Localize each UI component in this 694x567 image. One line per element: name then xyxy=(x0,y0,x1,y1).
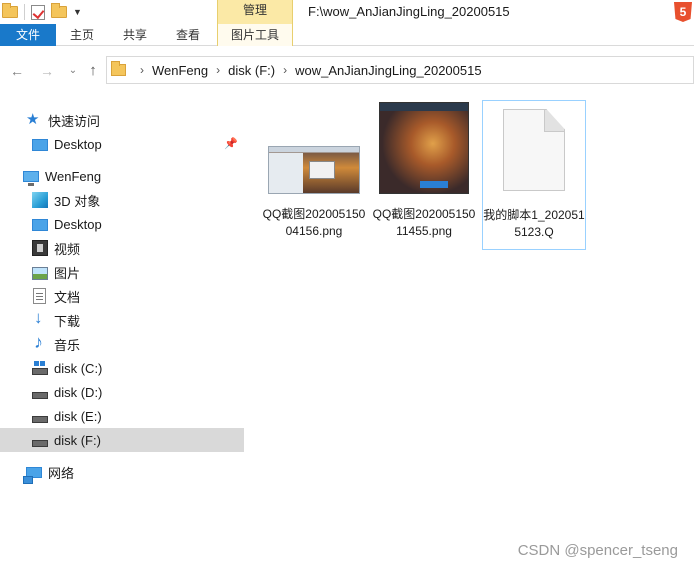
sidebar-item-label: disk (D:) xyxy=(54,384,103,400)
file-list: QQ截图20200515004156.png QQ截图2020051501145… xyxy=(246,92,694,567)
sidebar-item-label: 网络 xyxy=(48,465,75,481)
sidebar-item-label: 下载 xyxy=(54,313,81,329)
drive-icon xyxy=(32,391,48,399)
folder-icon xyxy=(2,3,18,18)
sidebar-item-desktop[interactable]: Desktop xyxy=(0,212,244,236)
sidebar-item-label: 视频 xyxy=(54,241,81,257)
file-name: 我的脚本1_2020515123.Q xyxy=(483,208,585,239)
new-folder-icon[interactable] xyxy=(51,3,67,18)
sidebar-item-label: disk (C:) xyxy=(54,360,103,376)
picture-icon xyxy=(32,266,48,280)
sidebar-item-label: 文档 xyxy=(54,289,81,305)
generic-file-icon xyxy=(503,109,565,191)
back-arrow-icon[interactable]: ← xyxy=(8,62,26,80)
desktop-icon xyxy=(32,139,48,151)
sidebar-item-this-pc[interactable]: WenFeng xyxy=(0,164,244,188)
video-icon xyxy=(32,240,48,256)
chevron-right-icon[interactable]: › xyxy=(140,63,144,77)
watermark: CSDN @spencer_tseng xyxy=(517,542,678,559)
file-item[interactable]: QQ截图20200515004156.png xyxy=(262,100,366,250)
file-item[interactable]: 我的脚本1_2020515123.Q xyxy=(482,100,586,250)
customize-toolbar-icon[interactable]: ▼ xyxy=(73,7,82,17)
sidebar-item-label: disk (F:) xyxy=(54,432,101,448)
breadcrumb-disk-f[interactable]: disk (F:) xyxy=(228,63,275,78)
file-item[interactable]: QQ截图20200515011455.png xyxy=(372,100,476,250)
sidebar-item-label: 快速访问 xyxy=(48,113,101,129)
sidebar-item-label: Desktop xyxy=(54,136,102,152)
tab-home[interactable]: 主页 xyxy=(56,24,108,46)
image-thumbnail xyxy=(268,146,360,194)
html5-icon: 5 xyxy=(674,2,692,22)
breadcrumb-folder[interactable]: wow_AnJianJingLing_20200515 xyxy=(295,63,481,78)
tab-picture-tools[interactable]: 图片工具 xyxy=(217,24,293,46)
recent-locations-chevron-icon[interactable]: ⌄ xyxy=(64,62,82,80)
folder-icon xyxy=(111,61,126,76)
up-arrow-icon[interactable]: ↑ xyxy=(84,62,102,80)
quick-access-toolbar: ▼ xyxy=(0,0,82,24)
sidebar-item-disk-e[interactable]: disk (E:) xyxy=(0,404,244,428)
navigation-pane: 快速访问 Desktop 📌 WenFeng 3D 对象 Desktop 视频 … xyxy=(0,104,244,567)
sidebar-item-music[interactable]: 音乐 xyxy=(0,332,244,356)
sidebar-item-label: disk (E:) xyxy=(54,408,102,424)
document-icon xyxy=(33,288,46,304)
toolbar-divider xyxy=(24,4,25,20)
sidebar-item-3d-objects[interactable]: 3D 对象 xyxy=(0,188,244,212)
ribbon-tabs: 文件 主页 共享 查看 图片工具 xyxy=(0,24,694,46)
star-icon xyxy=(26,110,42,128)
3d-objects-icon xyxy=(32,192,48,208)
sidebar-item-disk-c[interactable]: disk (C:) xyxy=(0,356,244,380)
sidebar-item-documents[interactable]: 文档 xyxy=(0,284,244,308)
navigation-bar: ← → ⌄ ↑ › WenFeng › disk (F:) › wow_AnJi… xyxy=(0,52,694,88)
forward-arrow-icon[interactable]: → xyxy=(38,62,56,80)
sidebar-item-downloads[interactable]: 下载 xyxy=(0,308,244,332)
drive-icon xyxy=(32,439,48,447)
sidebar-item-label: 3D 对象 xyxy=(54,193,101,209)
tab-view[interactable]: 查看 xyxy=(162,24,214,46)
chevron-right-icon[interactable]: › xyxy=(283,63,287,77)
sidebar-item-label: 图片 xyxy=(54,265,81,281)
sidebar-item-network[interactable]: 网络 xyxy=(0,460,244,484)
image-thumbnail xyxy=(379,102,469,194)
breadcrumb-wenfeng[interactable]: WenFeng xyxy=(152,63,208,78)
sidebar-item-pictures[interactable]: 图片 xyxy=(0,260,244,284)
properties-icon[interactable] xyxy=(31,4,45,20)
sidebar-item-quick-access[interactable]: 快速访问 xyxy=(0,108,244,132)
tab-manage[interactable]: 管理 xyxy=(217,0,293,24)
sidebar-item-disk-f[interactable]: disk (F:) xyxy=(0,428,244,452)
download-icon xyxy=(32,308,48,328)
music-icon xyxy=(32,332,48,353)
sidebar-item-label: Desktop xyxy=(54,216,102,232)
sidebar-item-desktop-pinned[interactable]: Desktop 📌 xyxy=(0,132,244,156)
file-name: QQ截图20200515004156.png xyxy=(262,207,366,238)
network-icon xyxy=(23,467,42,484)
tab-file[interactable]: 文件 xyxy=(0,24,56,46)
drive-icon xyxy=(32,415,48,423)
chevron-right-icon[interactable]: › xyxy=(216,63,220,77)
sidebar-item-videos[interactable]: 视频 xyxy=(0,236,244,260)
sidebar-item-label: 音乐 xyxy=(54,337,81,353)
tab-share[interactable]: 共享 xyxy=(108,24,162,46)
pin-icon[interactable]: 📌 xyxy=(224,137,238,150)
computer-icon xyxy=(23,171,39,186)
window-title: F:\wow_AnJianJingLing_20200515 xyxy=(308,4,510,19)
file-name: QQ截图20200515011455.png xyxy=(372,207,476,238)
desktop-icon xyxy=(32,219,48,231)
drive-icon xyxy=(32,360,48,375)
address-bar[interactable]: › WenFeng › disk (F:) › wow_AnJianJingLi… xyxy=(106,56,694,84)
title-bar: ▼ 管理 F:\wow_AnJianJingLing_20200515 5 xyxy=(0,0,694,24)
sidebar-item-label: WenFeng xyxy=(45,168,102,184)
sidebar-item-disk-d[interactable]: disk (D:) xyxy=(0,380,244,404)
